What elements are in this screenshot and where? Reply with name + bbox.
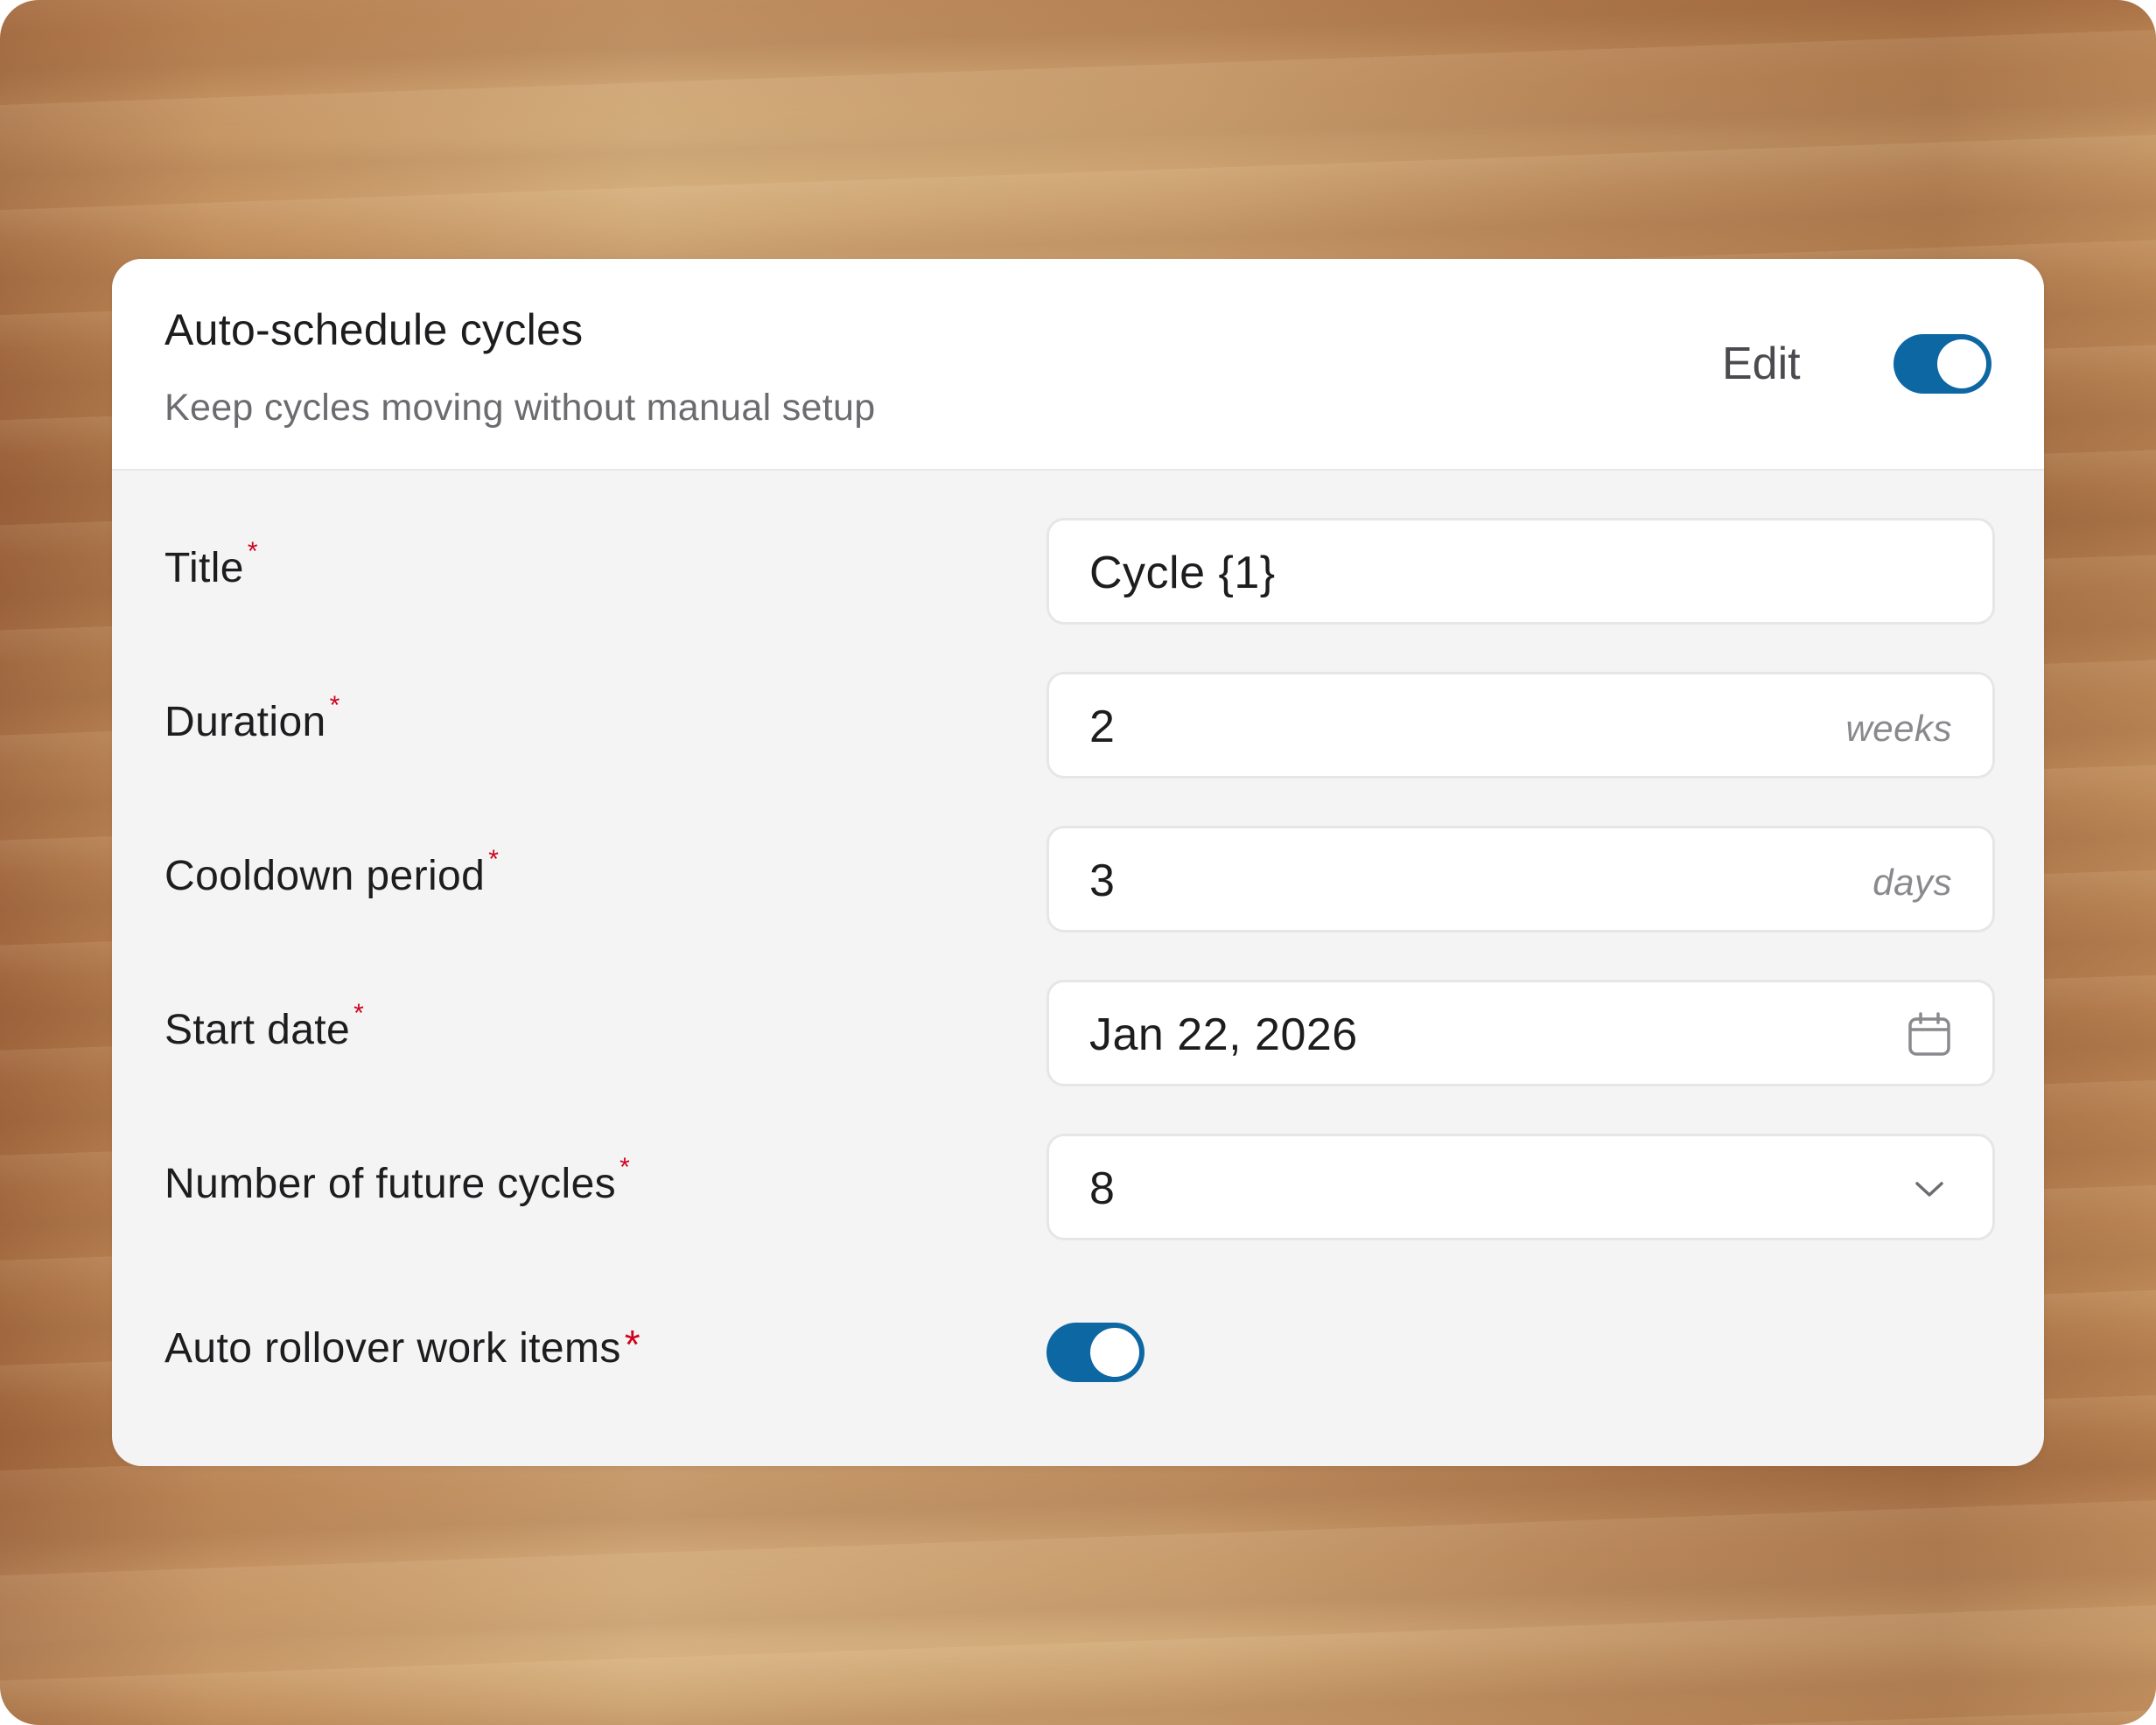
required-marker: * — [329, 691, 340, 720]
start-date-picker[interactable]: Jan 22, 2026 — [1046, 980, 1995, 1086]
cooldown-input[interactable]: 3 days — [1046, 826, 1995, 932]
toggle-knob — [1090, 1328, 1139, 1377]
toggle-knob — [1937, 339, 1986, 388]
future-cycles-select[interactable]: 8 — [1046, 1134, 1995, 1240]
chevron-down-icon[interactable] — [1905, 1164, 1954, 1213]
cooldown-label: Cooldown period * — [164, 845, 499, 900]
title-input[interactable]: Cycle {1} — [1046, 518, 1995, 625]
auto-rollover-label-text: Auto rollover work items — [164, 1325, 621, 1372]
auto-rollover-label: Auto rollover work items* — [164, 1322, 641, 1372]
edit-button[interactable]: Edit — [1722, 338, 1801, 390]
duration-input[interactable]: 2 weeks — [1046, 672, 1995, 779]
required-marker: * — [624, 1322, 641, 1367]
duration-label: Duration * — [164, 691, 340, 746]
card-subtitle: Keep cycles moving without manual setup — [164, 387, 876, 429]
required-marker: * — [620, 1153, 631, 1182]
calendar-icon[interactable] — [1905, 1010, 1954, 1059]
title-label: Title * — [164, 537, 258, 592]
required-marker: * — [354, 999, 365, 1028]
title-input-value: Cycle {1} — [1089, 548, 1276, 598]
cooldown-input-value: 3 — [1089, 856, 1116, 906]
auto-schedule-card: Auto-schedule cycles Keep cycles moving … — [112, 259, 2044, 1466]
future-cycles-label: Number of future cycles * — [164, 1153, 630, 1208]
title-label-text: Title — [164, 545, 244, 591]
start-date-label: Start date * — [164, 999, 364, 1054]
auto-schedule-toggle[interactable] — [1894, 334, 1992, 394]
cooldown-unit: days — [1872, 862, 1952, 903]
card-header: Auto-schedule cycles Keep cycles moving … — [112, 259, 2044, 471]
cooldown-label-text: Cooldown period — [164, 853, 486, 899]
start-date-value: Jan 22, 2026 — [1089, 1009, 1358, 1060]
future-cycles-label-text: Number of future cycles — [164, 1161, 617, 1207]
required-marker: * — [488, 845, 500, 874]
required-marker: * — [247, 537, 258, 566]
card-title: Auto-schedule cycles — [164, 305, 584, 354]
future-cycles-value: 8 — [1089, 1163, 1116, 1214]
duration-input-value: 2 — [1089, 702, 1116, 752]
auto-rollover-toggle[interactable] — [1046, 1323, 1144, 1382]
duration-label-text: Duration — [164, 699, 326, 745]
start-date-label-text: Start date — [164, 1007, 351, 1053]
duration-unit: weeks — [1845, 708, 1952, 749]
